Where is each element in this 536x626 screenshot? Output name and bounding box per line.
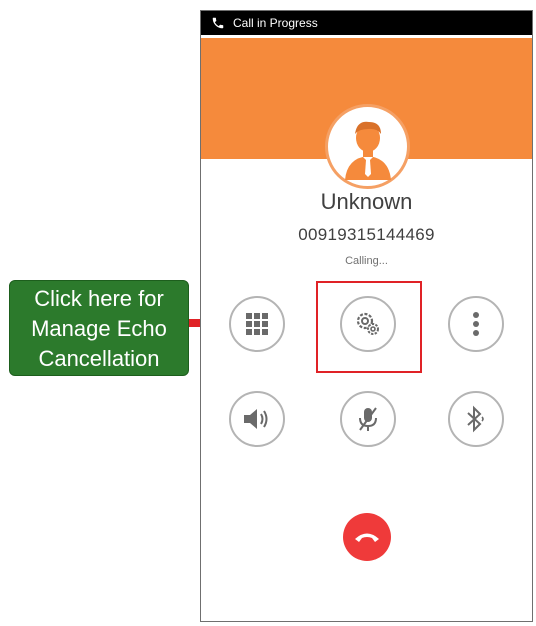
mute-button[interactable] [340,391,396,447]
end-call-button[interactable] [343,513,391,561]
bluetooth-icon [467,405,484,433]
echo-cancellation-callout: Click here for Manage Echo Cancellation [9,280,189,376]
dialpad-button[interactable] [229,296,285,352]
speaker-icon [244,409,268,429]
more-vert-icon [473,312,479,336]
dialpad-icon [246,313,268,335]
callout-line-2: Manage Echo [31,316,167,341]
call-status: Calling... [345,255,388,267]
status-bar: Call in Progress [201,11,532,35]
bluetooth-button[interactable] [448,391,504,447]
person-avatar-icon [344,121,391,180]
speaker-button[interactable] [229,391,285,447]
phone-icon [211,16,225,30]
more-options-button[interactable] [448,296,504,352]
caller-number: 00919315144469 [298,225,435,244]
mute-mic-icon [359,407,377,431]
phone-screen: Call in Progress Unknown 00919315144469 … [200,10,533,622]
end-call-icon [355,533,379,542]
echo-cancellation-highlight [316,281,422,373]
callout-line-3: Cancellation [38,346,160,371]
avatar [325,104,410,189]
status-bar-text: Call in Progress [233,16,318,30]
callout-line-1: Click here for [34,286,164,311]
caller-name: Unknown [320,189,413,214]
